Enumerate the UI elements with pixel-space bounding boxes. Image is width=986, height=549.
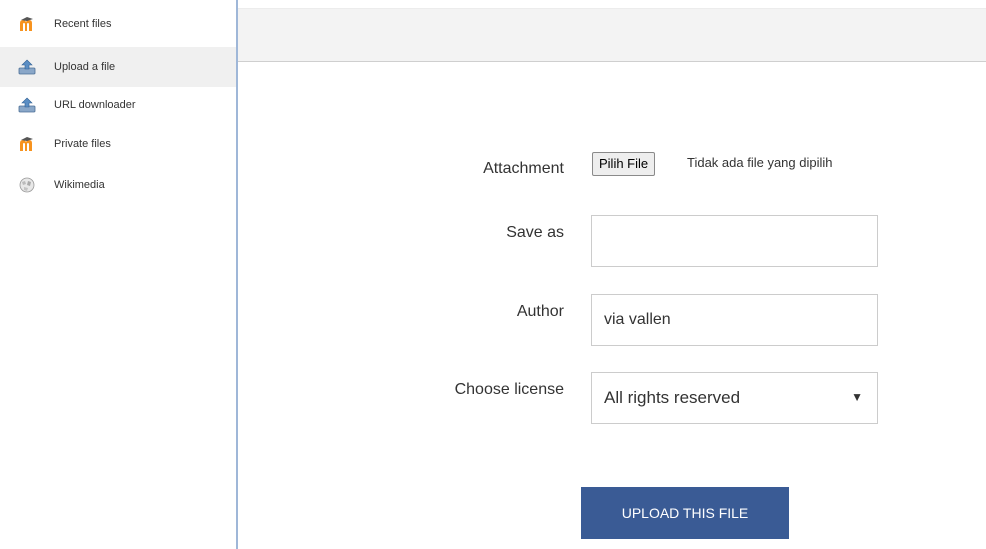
moodle-logo-icon <box>20 17 33 31</box>
wikimedia-globe-icon <box>19 177 35 193</box>
upload-this-file-button[interactable]: UPLOAD THIS FILE <box>581 487 789 539</box>
panel-toolbar <box>238 8 986 62</box>
sidebar-item-label: Recent files <box>54 18 112 30</box>
author-input[interactable] <box>591 294 878 346</box>
upload-panel: Attachment Pilih File Tidak ada file yan… <box>238 0 986 549</box>
license-selected-value: All rights reserved <box>604 388 741 407</box>
save-as-input[interactable] <box>591 215 878 267</box>
repository-sidebar: Recent files Upload a file URL downloade… <box>0 0 236 549</box>
sidebar-item-url-downloader[interactable]: URL downloader <box>0 85 236 125</box>
choose-file-button[interactable]: Pilih File <box>592 152 656 176</box>
attachment-label: Attachment <box>483 160 564 177</box>
sidebar-item-label: Upload a file <box>54 61 116 73</box>
moodle-logo-icon <box>20 137 33 151</box>
save-as-label: Save as <box>506 224 564 241</box>
author-label: Author <box>516 303 564 320</box>
sidebar-item-label: Wikimedia <box>54 179 105 191</box>
sidebar-item-recent-files[interactable]: Recent files <box>0 4 236 44</box>
sidebar-item-wikimedia[interactable]: Wikimedia <box>0 165 236 205</box>
license-select[interactable]: All rights reserved ▼ <box>591 372 878 424</box>
sidebar-item-label: Private files <box>54 138 111 150</box>
sidebar-item-private-files[interactable]: Private files <box>0 124 236 164</box>
url-download-icon <box>18 97 36 113</box>
file-status-text: Tidak ada file yang dipilih <box>687 155 833 170</box>
sidebar-item-label: URL downloader <box>54 99 136 111</box>
choose-license-label: Choose license <box>454 381 564 398</box>
sidebar-item-upload-a-file[interactable]: Upload a file <box>0 47 236 87</box>
dropdown-arrow-icon: ▼ <box>851 390 863 404</box>
file-picker-dialog: Recent files Upload a file URL downloade… <box>0 0 986 549</box>
upload-icon <box>18 59 36 75</box>
